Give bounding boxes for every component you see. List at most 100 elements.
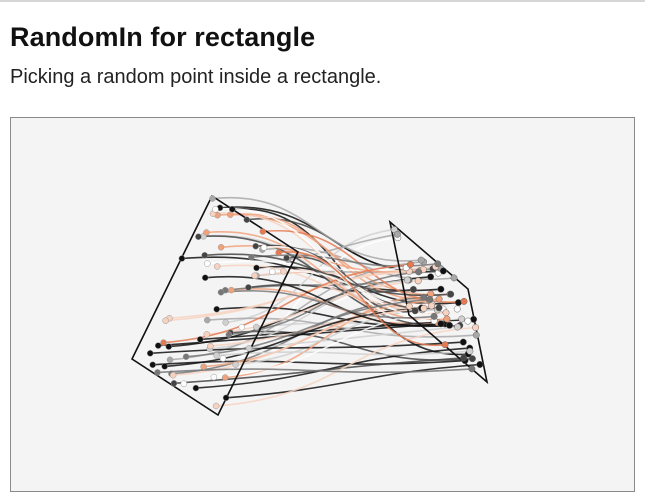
random-point: [420, 293, 428, 301]
random-point: [253, 264, 260, 272]
source-rectangle: [130, 194, 300, 417]
random-point: [251, 272, 258, 279]
random-point: [146, 350, 154, 357]
random-point: [428, 302, 435, 310]
random-point: [437, 285, 445, 293]
random-point: [160, 339, 167, 346]
random-point: [149, 361, 156, 369]
random-point: [229, 205, 236, 213]
random-point: [259, 228, 267, 235]
random-point: [225, 331, 233, 338]
random-point: [453, 305, 461, 313]
random-point: [228, 286, 235, 294]
random-point: [415, 268, 423, 276]
random-point: [180, 380, 188, 387]
animation-canvas[interactable]: [10, 117, 635, 492]
random-point: [427, 273, 435, 281]
random-point: [195, 233, 202, 240]
random-point: [169, 371, 177, 379]
random-point: [434, 260, 442, 268]
random-point: [154, 369, 161, 376]
random-point: [275, 249, 282, 256]
random-point: [426, 295, 434, 303]
random-point: [470, 315, 478, 323]
random-points-scene: [130, 194, 489, 417]
random-point: [252, 242, 259, 250]
random-point: [460, 354, 468, 362]
random-point: [201, 274, 209, 281]
random-point: [203, 229, 210, 236]
random-point: [414, 277, 422, 285]
random-point: [217, 244, 225, 251]
random-point: [468, 355, 476, 363]
random-point: [460, 297, 468, 305]
random-point: [219, 355, 227, 362]
random-point: [222, 319, 229, 326]
random-point: [204, 316, 211, 324]
random-point: [466, 347, 474, 355]
random-point: [201, 252, 208, 259]
random-point: [403, 276, 411, 284]
random-point: [476, 361, 484, 368]
random-point: [411, 307, 419, 315]
random-point: [210, 373, 218, 381]
random-point: [154, 342, 162, 349]
random-point: [417, 256, 425, 264]
random-point: [213, 263, 221, 270]
random-point: [435, 304, 443, 312]
random-point: [447, 290, 455, 298]
random-point: [454, 299, 462, 307]
random-point: [430, 312, 438, 320]
random-point: [209, 195, 216, 202]
random-point: [443, 315, 451, 323]
random-point: [227, 211, 234, 218]
random-point: [472, 331, 480, 339]
random-point: [212, 402, 220, 410]
demo-page: RandomIn for rectangle Picking a random …: [0, 0, 645, 503]
random-point: [459, 338, 467, 346]
random-point: [165, 343, 173, 350]
random-point: [162, 317, 169, 324]
top-divider: [0, 0, 645, 2]
random-point: [207, 342, 214, 350]
random-point: [161, 363, 168, 370]
random-point: [405, 302, 413, 310]
random-point: [204, 260, 211, 267]
random-point: [212, 206, 219, 213]
random-point: [283, 254, 290, 262]
random-point: [458, 315, 466, 323]
random-point: [245, 345, 253, 352]
random-point: [200, 363, 207, 370]
random-point: [446, 321, 453, 329]
random-point: [406, 261, 414, 268]
random-point: [442, 309, 450, 317]
random-point: [260, 244, 268, 251]
random-point: [269, 268, 276, 276]
random-point: [243, 216, 251, 223]
random-point: [450, 274, 458, 282]
random-point: [435, 295, 443, 303]
random-point: [393, 230, 401, 238]
random-point: [222, 394, 230, 402]
random-point: [182, 353, 190, 360]
random-point: [409, 285, 417, 293]
random-point: [280, 268, 287, 275]
random-point: [464, 317, 472, 325]
random-point: [437, 320, 445, 328]
demo-description: Picking a random point inside a rectangl…: [10, 66, 382, 88]
random-point: [420, 304, 428, 312]
random-point: [238, 323, 246, 331]
demo-title: RandomIn for rectangle: [10, 22, 316, 52]
random-point: [170, 380, 178, 387]
random-point: [213, 305, 220, 313]
random-point: [248, 254, 255, 261]
random-point: [196, 336, 204, 343]
random-point: [245, 284, 252, 291]
random-point: [253, 323, 260, 331]
random-point: [454, 323, 462, 331]
random-point: [213, 352, 220, 359]
random-point: [203, 331, 211, 338]
random-point: [439, 267, 447, 275]
random-point: [217, 289, 225, 296]
random-point: [166, 356, 174, 364]
